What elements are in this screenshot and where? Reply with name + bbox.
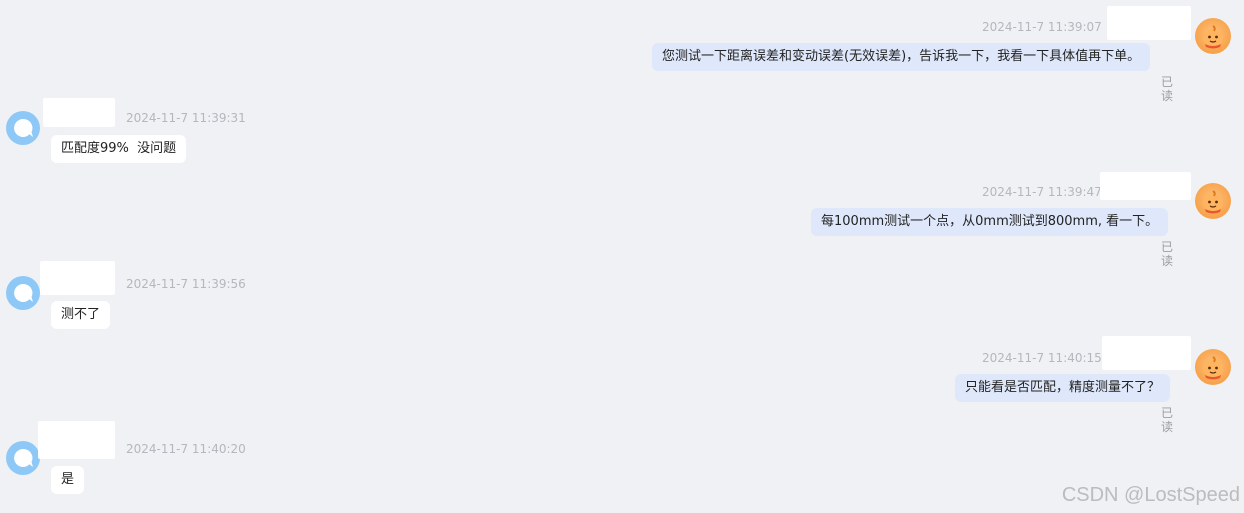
message-timestamp: 2024-11-7 11:39:56 — [126, 277, 246, 291]
message-bubble[interactable]: 只能看是否匹配，精度测量不了？ — [955, 374, 1171, 402]
sender-name-redacted — [1107, 6, 1191, 40]
chat-bubble-avatar-icon — [6, 441, 40, 475]
avatar[interactable] — [1195, 18, 1231, 54]
sender-name-redacted — [43, 98, 115, 127]
message-timestamp: 2024-11-7 11:40:20 — [126, 442, 246, 456]
message-timestamp: 2024-11-7 11:39:07 — [982, 20, 1102, 34]
message-timestamp: 2024-11-7 11:39:31 — [126, 111, 246, 125]
sender-name-redacted — [38, 421, 115, 459]
chat-bubble-avatar-icon — [6, 276, 40, 310]
sender-name-redacted — [1102, 336, 1191, 370]
sender-name-redacted — [40, 261, 115, 295]
read-status: 已读 — [1161, 406, 1174, 434]
sender-name-redacted — [1100, 172, 1191, 200]
mascot-icon — [1203, 25, 1223, 49]
watermark: CSDN @LostSpeed — [1061, 484, 1240, 506]
avatar[interactable] — [1195, 349, 1231, 385]
message-bubble[interactable]: 匹配度99% 没问题 — [51, 135, 187, 163]
read-status: 已读 — [1161, 75, 1174, 103]
mascot-icon — [1203, 356, 1223, 380]
avatar[interactable] — [5, 110, 41, 146]
avatar[interactable] — [5, 275, 41, 311]
message-bubble[interactable]: 是 — [51, 466, 85, 494]
message-bubble[interactable]: 测不了 — [51, 301, 111, 329]
message-bubble[interactable]: 您测试一下距离误差和变动误差(无效误差)，告诉我一下，我看一下具体值再下单。 — [652, 43, 1151, 71]
message-timestamp: 2024-11-7 11:40:15 — [982, 351, 1102, 365]
mascot-icon — [1203, 190, 1223, 214]
chat-bubble-avatar-icon — [6, 111, 40, 145]
message-timestamp: 2024-11-7 11:39:47 — [982, 185, 1102, 199]
avatar[interactable] — [5, 440, 41, 476]
message-bubble[interactable]: 每100mm测试一个点，从0mm测试到800mm, 看一下。 — [811, 208, 1169, 236]
read-status: 已读 — [1161, 240, 1174, 268]
avatar[interactable] — [1195, 183, 1231, 219]
